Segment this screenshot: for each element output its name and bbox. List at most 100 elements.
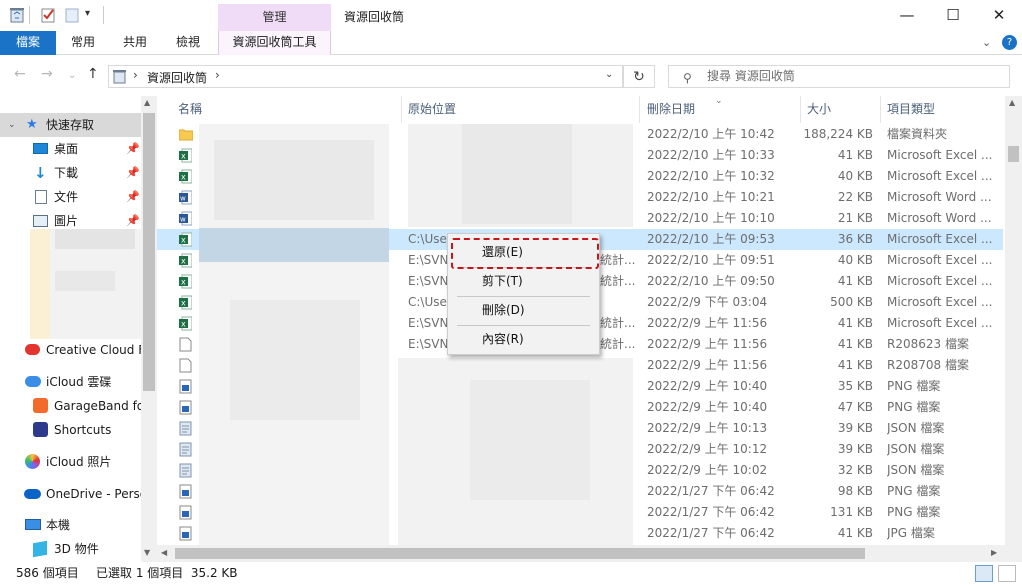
- date-deleted-cell: 2022/2/10 上午 10:32: [647, 169, 775, 183]
- sidebar-item-label: 桌面: [54, 142, 79, 156]
- sidebar-item-label: 圖片: [54, 214, 79, 228]
- blank-file-icon: [179, 337, 192, 352]
- restore-highlight-box: [451, 238, 599, 269]
- sidebar-item-onedrive[interactable]: OneDrive - Perso: [0, 482, 141, 506]
- column-header-name[interactable]: 名稱: [172, 96, 402, 123]
- sidebar-item-creative-cloud[interactable]: Creative Cloud Fi: [0, 338, 141, 362]
- sidebar-item-documents[interactable]: 文件 📌: [0, 185, 141, 209]
- sidebar-item-desktop[interactable]: 桌面 📌: [0, 137, 141, 161]
- tab-share[interactable]: 共用: [116, 31, 154, 55]
- sidebar-item-quick-access[interactable]: ⌄ ★ 快速存取: [0, 113, 141, 137]
- sidebar-item-shortcuts[interactable]: Shortcuts: [0, 418, 141, 442]
- qat-dropdown-icon[interactable]: ▾: [85, 8, 90, 19]
- blank-file-icon: [179, 358, 192, 373]
- recycle-bin-icon: [113, 69, 126, 87]
- item-type-cell: PNG 檔案: [887, 379, 941, 393]
- back-arrow-icon[interactable]: ←: [14, 66, 26, 82]
- redacted-region: [214, 140, 374, 220]
- sidebar-item-label: 3D 物件: [54, 542, 99, 556]
- date-deleted-cell: 2022/2/9 下午 03:04: [647, 295, 768, 309]
- search-input[interactable]: ⚲ 搜尋 資源回收筒: [668, 65, 1010, 88]
- column-header-original-location[interactable]: 原始位置: [402, 96, 640, 123]
- scroll-left-icon[interactable]: ◀: [161, 548, 167, 557]
- sidebar-item-this-pc[interactable]: 本機: [0, 513, 141, 537]
- scroll-up-icon[interactable]: ▲: [144, 98, 150, 107]
- date-deleted-cell: 2022/2/9 上午 11:56: [647, 358, 768, 372]
- properties-icon[interactable]: [41, 7, 55, 23]
- help-icon[interactable]: ?: [1002, 35, 1017, 50]
- sidebar-item-garageband[interactable]: GarageBand fo: [0, 394, 141, 418]
- sidebar-item-label: iCloud 照片: [46, 455, 112, 469]
- date-deleted-cell: 2022/2/10 上午 09:50: [647, 274, 775, 288]
- size-cell: 41 KB: [837, 274, 873, 288]
- refresh-icon: ↻: [633, 69, 645, 85]
- menu-item-delete[interactable]: 刪除(D): [448, 298, 599, 322]
- scrollbar-thumb[interactable]: [175, 548, 865, 559]
- item-type-cell: Microsoft Excel ...: [887, 148, 993, 162]
- recent-locations-icon[interactable]: ⌄: [68, 70, 76, 81]
- forward-arrow-icon[interactable]: →: [41, 66, 53, 82]
- date-deleted-cell: 2022/2/10 上午 10:21: [647, 190, 775, 204]
- tab-recycle-bin-tools[interactable]: 資源回收筒工具: [218, 31, 331, 55]
- size-cell: 131 KB: [830, 505, 873, 519]
- json-file-icon: [179, 442, 192, 457]
- address-bar[interactable]: › 資源回收筒 › ⌄: [108, 65, 623, 88]
- pin-icon: 📌: [126, 214, 140, 227]
- column-header-type[interactable]: 項目類型: [881, 96, 1003, 123]
- sidebar-item-label: 快速存取: [46, 118, 95, 132]
- date-deleted-cell: 2022/2/10 上午 10:33: [647, 148, 775, 162]
- breadcrumb-separator[interactable]: ›: [215, 68, 220, 82]
- new-folder-icon[interactable]: [65, 7, 79, 23]
- chevron-down-icon[interactable]: ⌄: [8, 113, 16, 137]
- selection-info: 已選取 1 個項目 35.2 KB: [96, 566, 238, 580]
- breadcrumb-recycle-bin[interactable]: 資源回收筒: [147, 69, 207, 86]
- recycle-bin-icon: [10, 7, 24, 23]
- ribbon-collapse-icon[interactable]: ⌄: [982, 36, 991, 49]
- tab-view[interactable]: 檢視: [169, 31, 207, 55]
- column-header-size[interactable]: 大小: [801, 96, 881, 123]
- menu-item-cut[interactable]: 剪下(T): [448, 269, 599, 293]
- sidebar-item-3d-objects[interactable]: 3D 物件: [0, 537, 141, 561]
- scroll-down-icon[interactable]: ▼: [144, 548, 150, 557]
- date-deleted-cell: 2022/2/9 上午 10:40: [647, 400, 768, 414]
- sidebar-item-icloud-photos[interactable]: iCloud 照片: [0, 450, 141, 474]
- original-location-cell: 統計...: [600, 253, 636, 267]
- sidebar-item-label: 下載: [54, 166, 79, 180]
- size-cell: 41 KB: [837, 526, 873, 540]
- tab-file[interactable]: 檔案: [0, 31, 56, 55]
- details-view-icon[interactable]: [975, 565, 993, 582]
- svg-text:x: x: [181, 299, 186, 308]
- sidebar-item-icloud-drive[interactable]: iCloud 雲碟: [0, 370, 141, 394]
- redacted-region: [199, 228, 389, 262]
- sidebar-item-downloads[interactable]: ↓ 下載 📌: [0, 161, 141, 185]
- breadcrumb-separator[interactable]: ›: [133, 68, 138, 82]
- address-dropdown-icon[interactable]: ⌄: [605, 69, 613, 80]
- shortcuts-icon: [33, 422, 48, 437]
- scroll-right-icon[interactable]: ▶: [991, 548, 997, 557]
- refresh-button[interactable]: ↻: [623, 65, 655, 88]
- horizontal-scrollbar[interactable]: ◀ ▶: [157, 545, 1005, 562]
- excel-icon: x: [179, 274, 193, 289]
- minimize-button[interactable]: —: [884, 0, 930, 31]
- svg-text:x: x: [181, 236, 186, 245]
- tab-home[interactable]: 常用: [64, 31, 102, 55]
- item-type-cell: Microsoft Excel ...: [887, 295, 993, 309]
- item-type-cell: JSON 檔案: [887, 442, 945, 456]
- menu-item-properties[interactable]: 內容(R): [448, 327, 599, 351]
- date-deleted-cell: 2022/2/10 上午 09:51: [647, 253, 775, 267]
- manage-context-tab[interactable]: 管理: [218, 4, 331, 31]
- maximize-button[interactable]: ☐: [930, 0, 976, 31]
- up-arrow-icon[interactable]: ↑: [87, 66, 99, 82]
- sidebar-item-pictures[interactable]: 圖片 📌: [0, 209, 141, 233]
- icloud-icon: [25, 376, 41, 387]
- scrollbar-thumb[interactable]: [1008, 146, 1019, 162]
- date-deleted-cell: 2022/1/27 下午 06:42: [647, 505, 775, 519]
- file-list-scrollbar[interactable]: ▲: [1005, 96, 1022, 562]
- scrollbar-thumb[interactable]: [143, 113, 155, 391]
- large-icons-view-icon[interactable]: [998, 565, 1016, 582]
- sidebar-scrollbar[interactable]: ▲ ▼: [141, 96, 157, 562]
- scroll-up-icon[interactable]: ▲: [1009, 98, 1015, 107]
- size-cell: 98 KB: [837, 484, 873, 498]
- svg-text:w: w: [180, 195, 186, 203]
- close-button[interactable]: ✕: [976, 0, 1022, 31]
